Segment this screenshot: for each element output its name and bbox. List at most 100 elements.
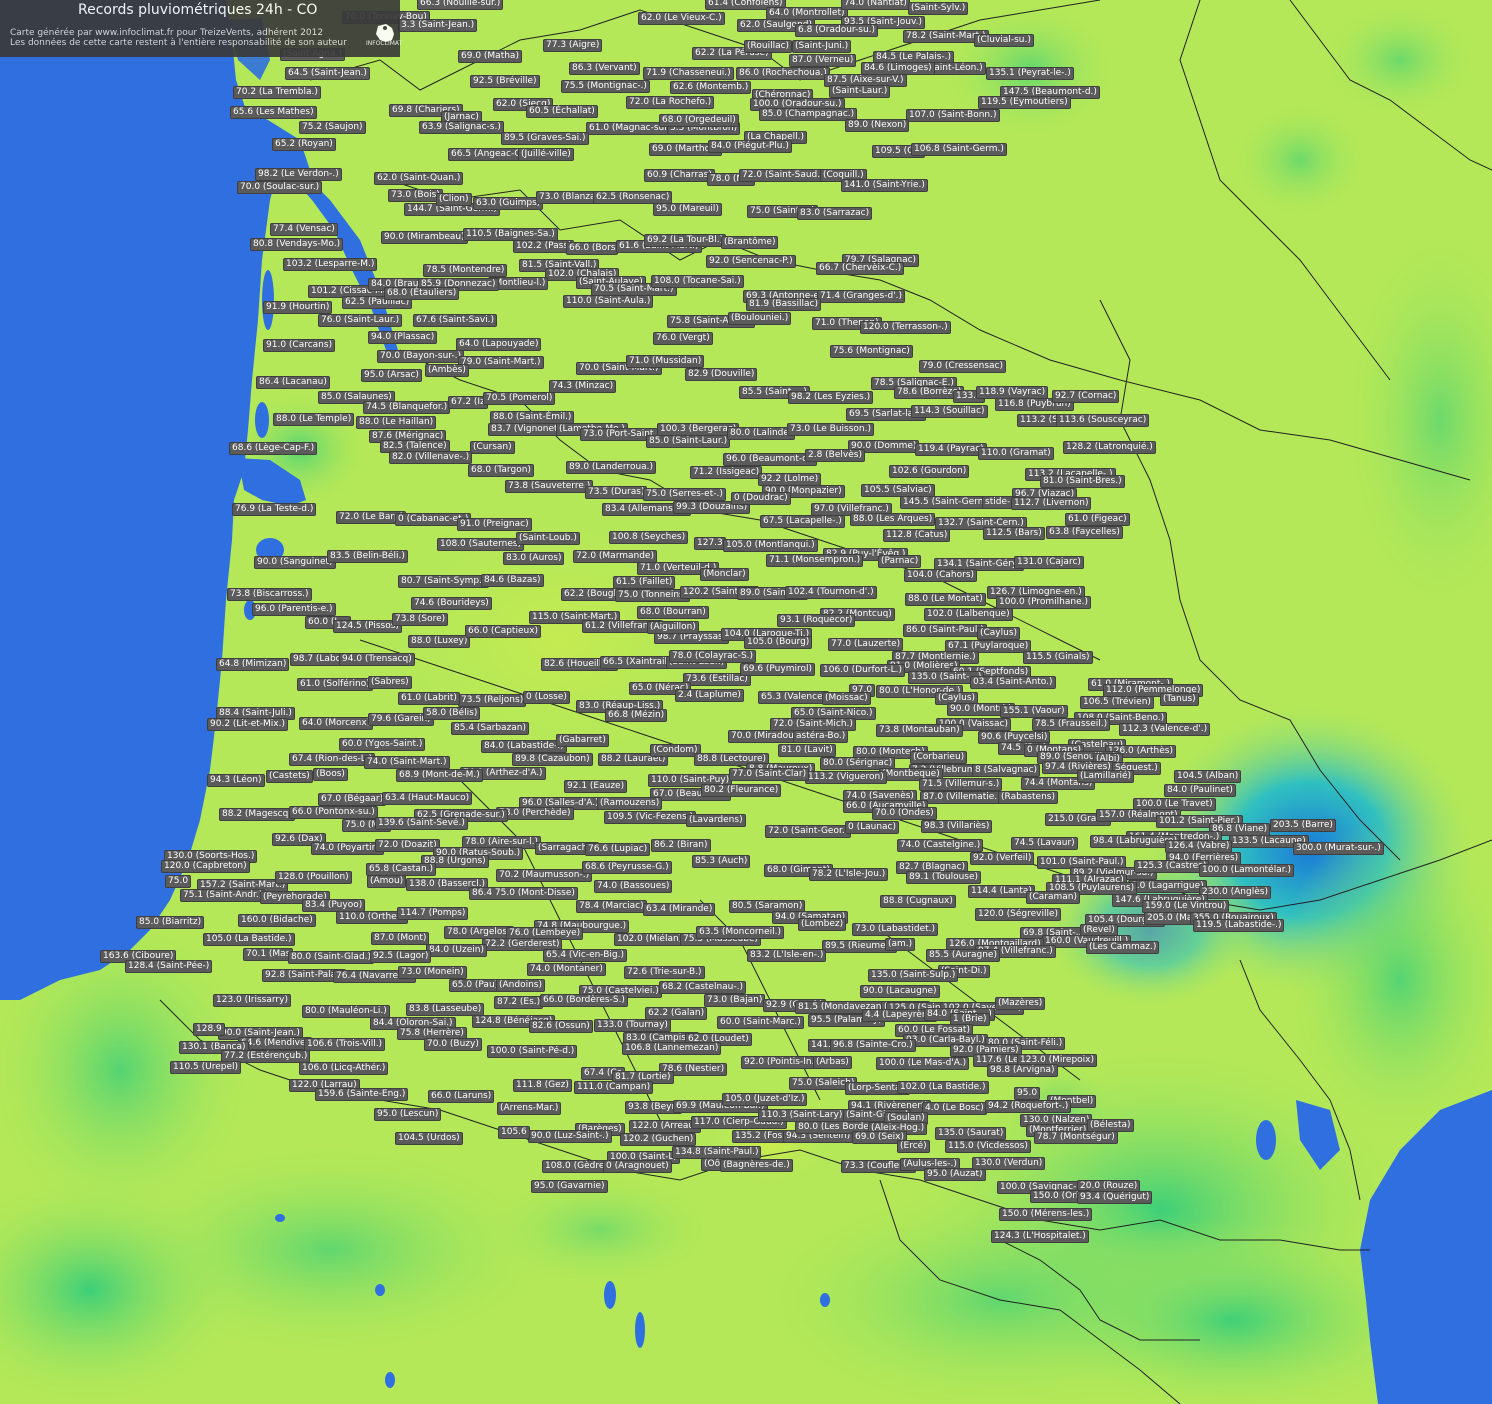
station-label: 128.0 (Pouillon)	[275, 871, 352, 884]
station-label: 85.5 (Auragne)	[926, 949, 1000, 962]
map-background	[0, 0, 1492, 1404]
station-label: 95.0 (Mareuil)	[653, 203, 722, 216]
station-label: 71.0 (Mussidan)	[626, 355, 705, 368]
station-label: 128.4 (Saint-Pée-)	[125, 960, 213, 973]
station-label: 88.8 (Cugnaux)	[880, 895, 956, 908]
station-label: 83.2 (L'Isle-en-.)	[747, 949, 827, 962]
station-label: 73.0 (Monein)	[398, 966, 467, 979]
station-label: 83.7 (Vignonet)	[488, 423, 565, 436]
station-label: 87.0 (Verneu)	[789, 54, 857, 67]
station-label: 2.4 (Laplume)	[675, 689, 744, 702]
station-label: 63.4 (Haut-Mauco)	[382, 792, 473, 805]
station-label: 84.6 (Bazas)	[481, 574, 544, 587]
station-label: 73.0 (Labastidet.)	[852, 923, 939, 936]
station-label: 87.0 (Villematie.)	[920, 791, 1004, 804]
station-label: 95.0 (Gavarnie)	[531, 1180, 608, 1193]
station-label: 78.0 (Colayrac-S.)	[669, 650, 757, 663]
station-label: 85.0 (Biarritz)	[136, 916, 205, 929]
station-label: 105.0 (Juzet-d'Iz.)	[722, 1093, 808, 1106]
station-label: 230.0 (Anglès)	[1199, 886, 1271, 899]
station-label: 95.0 (Lescun)	[374, 1108, 442, 1121]
station-label: 75.6 (Montignac)	[830, 345, 913, 358]
station-label: 160.0 (Bidache)	[238, 914, 316, 927]
station-label: 63.4 (Mirande)	[643, 903, 716, 916]
station-label: 6.0 (Lagarrigue)	[1128, 880, 1207, 893]
station-label: 88.2 (Magescq)	[219, 808, 295, 821]
station-label: 66.0 (Bors	[566, 242, 619, 255]
station-label: 106.8 (Saint-Germ.)	[911, 143, 1007, 156]
station-label: 119.5 (Labastide-.)	[1193, 919, 1285, 932]
station-label: 120.0 (Ségreville)	[975, 908, 1062, 921]
station-label: 77.0 (Lauzerte)	[828, 638, 904, 651]
station-label: 82.0 (Villenave-.)	[389, 451, 473, 464]
station-label: 73.0 (Bois)	[388, 189, 443, 202]
station-label: 130.0 (Verdun)	[972, 1157, 1046, 1170]
station-label: 100.0 (Le Mas-d'A.)	[876, 1057, 970, 1070]
station-label: 102.6 (Gourdon)	[889, 465, 970, 478]
station-label: 67.5 (Lacapelle-.)	[760, 515, 845, 528]
station-label: 70.0 (Buzy)	[424, 1038, 482, 1051]
station-label: 123.0 (Irissarry)	[213, 994, 291, 1007]
station-label: 75.1 (Saint-Andr.)	[180, 889, 266, 902]
station-label: 105.0 (Montlanqui.)	[723, 539, 818, 552]
station-label: (Les Cammaz.)	[1086, 941, 1160, 954]
station-label: 70.1 (Mas	[243, 948, 294, 961]
station-label: 111.8 (Gez)	[513, 1079, 572, 1092]
station-label: 66.7 (Chervèix-C.)	[816, 262, 905, 275]
station-label: 77.0 (Saint-Clar)	[729, 768, 810, 781]
map-header: Records pluviométriques 24h - CO Carte g…	[0, 0, 402, 57]
station-label: 96.0 (Beaumont-d.)	[723, 453, 818, 466]
station-label: 61.0 (Figeac)	[1065, 513, 1130, 526]
station-label: 73.0 (Le Buisson.)	[787, 423, 875, 436]
station-label: 122.0 (Arreau)	[629, 1120, 701, 1133]
station-label: 74.0 (Saint-Mart.)	[364, 756, 450, 769]
station-label: (Mazères)	[995, 997, 1046, 1010]
station-label: (Bagnères-de.)	[720, 1159, 793, 1172]
station-label: 106.5 (Trévien)	[1080, 696, 1154, 709]
station-label: 66.0 (Laruns)	[428, 1090, 495, 1103]
station-label: 74.6 (Bourideys)	[411, 597, 492, 610]
station-label: 92.5 (Lagor)	[370, 950, 432, 963]
station-label: 112.5 (Bars)	[983, 527, 1045, 540]
station-label: (Amou)	[367, 875, 407, 888]
station-label: 113.6 (Sousceyrac)	[1056, 414, 1150, 427]
station-label: 6.8 (Oradour-su.)	[795, 24, 879, 37]
station-label: 92.1 (Eauze)	[564, 780, 628, 793]
station-label: 70.5 (Pomerol)	[483, 392, 556, 405]
station-label: 85.3 (Auch)	[692, 855, 751, 868]
station-label: 86.4 75.0 (Mont-Disse)	[469, 887, 578, 900]
station-label: 64.6 (Mendive)	[238, 1037, 313, 1050]
station-label: 77.3 (Aigre)	[543, 39, 603, 52]
station-label: 139.6 (Saint-Sevé.)	[375, 817, 468, 830]
station-label: 108.0 (Sauternes)	[437, 538, 525, 551]
station-label: 102.0 (Lalbenque)	[924, 608, 1013, 621]
station-label: 102.2 (Passi	[513, 240, 574, 253]
station-label: 72.6 (Trie-sur-B.)	[624, 966, 705, 979]
station-label: (Castets)	[266, 770, 313, 783]
station-label: (Lamillarié)	[1077, 770, 1135, 783]
station-label: 88.0 (Le Haillan)	[356, 416, 437, 429]
station-label: 135.0 (Saint-Sulp.)	[868, 969, 959, 982]
station-label: 64.0 (Morcenx)	[299, 717, 374, 730]
station-label: (Cluvial-su.)	[974, 34, 1034, 47]
station-label: 89.8 (Cazaubon)	[512, 753, 593, 766]
station-label: 81.9 (Bassillac)	[746, 298, 821, 311]
station-label: 73.8 (Sore)	[392, 613, 449, 626]
station-label: (Lombez)	[798, 918, 847, 931]
station-label: 84.0 (Labastide-.)	[481, 740, 567, 753]
station-label: 120.0 (Terrasson-.)	[860, 321, 951, 334]
rainfall-map[interactable]: 70.0 (Tonnay-Bou)3.3 (Saint-Jean.)(Saint…	[0, 0, 1492, 1404]
station-label: 66.8 (Mézin)	[605, 709, 668, 722]
station-label: 68.6 (Peyrusse-G.)	[582, 861, 672, 874]
station-label: 106.0 (Durfort-L.)	[820, 664, 906, 677]
station-label: 110.5 (Urepel)	[170, 1061, 242, 1074]
station-label: 74.0 (Poyartin)	[311, 842, 384, 855]
station-label: 88.0 (Les Arques)	[850, 513, 936, 526]
station-label: 91.0 (Preignac)	[457, 518, 532, 531]
station-label: 73.0 (Bajan)	[704, 994, 766, 1007]
station-label: 105.0 (Bourg)	[744, 636, 813, 649]
station-label: (Caylus)	[977, 627, 1021, 640]
station-label: 98.2 (Le Verdon-.)	[255, 168, 342, 181]
station-label: 70.0 (Bayon-sur-.)	[377, 350, 465, 363]
station-label: 108.0 (Gèdre)	[542, 1160, 611, 1173]
